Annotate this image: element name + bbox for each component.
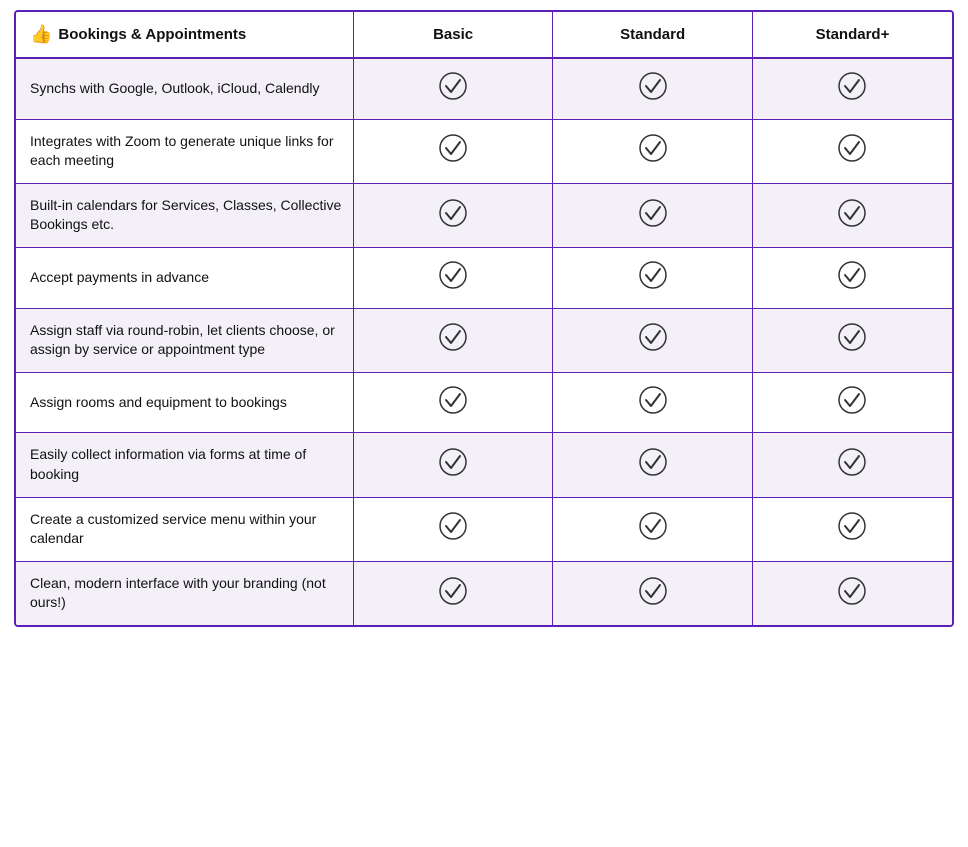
col-header-basic: Basic (353, 12, 553, 58)
checkmark-icon (438, 385, 468, 415)
table-header-row: 👍 Bookings & Appointments Basic Standard… (16, 12, 952, 58)
checkmark-icon (837, 322, 867, 352)
table-row: Assign rooms and equipment to bookings (16, 372, 952, 433)
checkmark-icon (638, 71, 668, 101)
table-row: Synchs with Google, Outlook, iCloud, Cal… (16, 58, 952, 119)
checkmark-icon (438, 576, 468, 606)
checkmark-icon (438, 511, 468, 541)
checkmark-icon (438, 447, 468, 477)
checkmark-icon (638, 260, 668, 290)
checkmark-icon (438, 71, 468, 101)
check-cell-standard (553, 497, 753, 561)
table-row: Built-in calendars for Services, Classes… (16, 183, 952, 247)
check-cell-standard_plus (752, 561, 952, 625)
section-title: Bookings & Appointments (58, 26, 246, 43)
check-cell-standard (553, 372, 753, 433)
thumbs-up-icon: 👍 (30, 24, 52, 45)
checkmark-icon (638, 447, 668, 477)
check-cell-standard_plus (752, 372, 952, 433)
table-row: Easily collect information via forms at … (16, 433, 952, 497)
feature-cell: Easily collect information via forms at … (16, 433, 353, 497)
checkmark-icon (438, 198, 468, 228)
check-cell-standard_plus (752, 183, 952, 247)
checkmark-icon (837, 447, 867, 477)
check-cell-standard (553, 561, 753, 625)
table-row: Create a customized service menu within … (16, 497, 952, 561)
checkmark-icon (638, 385, 668, 415)
check-cell-standard_plus (752, 433, 952, 497)
table-row: Clean, modern interface with your brandi… (16, 561, 952, 625)
feature-cell: Create a customized service menu within … (16, 497, 353, 561)
col-header-standard-plus: Standard+ (752, 12, 952, 58)
checkmark-icon (837, 511, 867, 541)
feature-cell: Synchs with Google, Outlook, iCloud, Cal… (16, 58, 353, 119)
check-cell-standard (553, 247, 753, 308)
check-cell-basic (353, 119, 553, 183)
col-header-standard: Standard (553, 12, 753, 58)
check-cell-standard_plus (752, 119, 952, 183)
feature-cell: Built-in calendars for Services, Classes… (16, 183, 353, 247)
checkmark-icon (837, 260, 867, 290)
checkmark-icon (837, 198, 867, 228)
feature-cell: Clean, modern interface with your brandi… (16, 561, 353, 625)
check-cell-basic (353, 308, 553, 372)
feature-cell: Integrates with Zoom to generate unique … (16, 119, 353, 183)
section-header: 👍 Bookings & Appointments (16, 12, 353, 58)
check-cell-standard_plus (752, 247, 952, 308)
check-cell-standard (553, 308, 753, 372)
check-cell-standard (553, 433, 753, 497)
check-cell-basic (353, 247, 553, 308)
check-cell-basic (353, 58, 553, 119)
checkmark-icon (438, 322, 468, 352)
check-cell-standard (553, 58, 753, 119)
check-cell-standard (553, 183, 753, 247)
table-row: Integrates with Zoom to generate unique … (16, 119, 952, 183)
checkmark-icon (837, 133, 867, 163)
checkmark-icon (837, 576, 867, 606)
feature-cell: Assign rooms and equipment to bookings (16, 372, 353, 433)
checkmark-icon (438, 260, 468, 290)
check-cell-basic (353, 372, 553, 433)
checkmark-icon (438, 133, 468, 163)
checkmark-icon (837, 385, 867, 415)
check-cell-standard_plus (752, 497, 952, 561)
check-cell-basic (353, 561, 553, 625)
checkmark-icon (638, 198, 668, 228)
feature-cell: Assign staff via round-robin, let client… (16, 308, 353, 372)
table-row: Assign staff via round-robin, let client… (16, 308, 952, 372)
checkmark-icon (638, 576, 668, 606)
checkmark-icon (638, 511, 668, 541)
check-cell-basic (353, 497, 553, 561)
check-cell-basic (353, 433, 553, 497)
check-cell-standard_plus (752, 308, 952, 372)
checkmark-icon (638, 322, 668, 352)
checkmark-icon (837, 71, 867, 101)
table-row: Accept payments in advance (16, 247, 952, 308)
comparison-table: 👍 Bookings & Appointments Basic Standard… (14, 10, 954, 627)
checkmark-icon (638, 133, 668, 163)
check-cell-standard (553, 119, 753, 183)
feature-cell: Accept payments in advance (16, 247, 353, 308)
check-cell-standard_plus (752, 58, 952, 119)
check-cell-basic (353, 183, 553, 247)
